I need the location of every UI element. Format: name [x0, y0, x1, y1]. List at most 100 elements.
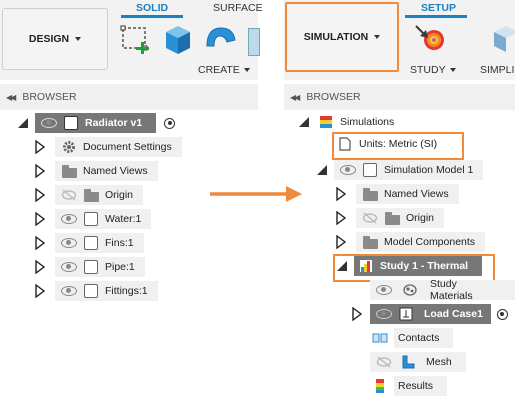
- tree-row-study[interactable]: Study 1 - Thermal: [336, 256, 483, 276]
- contacts-icon: [372, 330, 388, 346]
- eye-icon[interactable]: [376, 306, 392, 322]
- tree-row-named-views[interactable]: Named Views: [35, 161, 158, 181]
- collapsed-triangle-icon[interactable]: [352, 307, 362, 321]
- collapsed-triangle-icon[interactable]: [35, 260, 45, 274]
- tree-row-document-settings[interactable]: Document Settings: [35, 137, 182, 157]
- eye-icon[interactable]: [61, 283, 77, 299]
- tree-row-named-views-sim[interactable]: Named Views: [336, 184, 459, 204]
- document-icon: [337, 136, 353, 152]
- eye-icon[interactable]: [340, 162, 356, 178]
- gear-icon: [61, 139, 77, 155]
- collapsed-triangle-icon[interactable]: [35, 236, 45, 250]
- tree-row-fittings[interactable]: Fittings:1: [35, 281, 158, 301]
- tree-root-simulations[interactable]: Simulations: [298, 112, 394, 132]
- sketch-icon[interactable]: [119, 22, 153, 56]
- tree-row-origin-sim[interactable]: Origin: [336, 208, 445, 228]
- revolve-icon[interactable]: [203, 22, 237, 56]
- tab-setup[interactable]: SETUP: [421, 2, 456, 14]
- simulations-icon: [318, 114, 334, 130]
- row-label: Units: Metric (SI): [359, 138, 438, 150]
- expanded-triangle-icon[interactable]: [316, 164, 328, 176]
- tree-row-study-materials[interactable]: Study Materials: [370, 278, 515, 302]
- eye-icon[interactable]: [61, 259, 77, 275]
- workspace-label: SIMULATION: [303, 31, 369, 43]
- study-menu[interactable]: STUDY: [410, 64, 456, 76]
- tree-row-load-case[interactable]: Load Case1: [352, 304, 508, 324]
- caret-down-icon: [243, 68, 250, 73]
- row-label: Named Views: [83, 165, 148, 177]
- tree-row-simulation-model[interactable]: Simulation Model 1: [316, 160, 484, 180]
- load-case-icon: [398, 306, 414, 322]
- tree-row-mesh[interactable]: Mesh: [370, 352, 466, 372]
- collapsed-triangle-icon[interactable]: [35, 284, 45, 298]
- folder-icon: [362, 234, 378, 250]
- tree-row-contacts[interactable]: Contacts: [370, 328, 454, 348]
- eye-icon[interactable]: [41, 115, 57, 131]
- tree-row-results[interactable]: Results: [370, 376, 448, 396]
- left-browser-header[interactable]: ◀◀ BROWSER: [0, 84, 258, 110]
- collapsed-triangle-icon[interactable]: [336, 187, 346, 201]
- row-label: Study 1 - Thermal: [380, 260, 469, 272]
- collapse-icon[interactable]: ◀◀: [6, 93, 16, 102]
- component-icon: [362, 162, 378, 178]
- eye-icon[interactable]: [61, 235, 77, 251]
- eye-icon[interactable]: [61, 211, 77, 227]
- expanded-triangle-icon[interactable]: [298, 116, 310, 128]
- collapsed-triangle-icon[interactable]: [35, 140, 45, 154]
- tree-root-row[interactable]: Radiator v1: [17, 113, 176, 133]
- design-workspace-button[interactable]: DESIGN: [2, 8, 108, 70]
- expanded-triangle-icon[interactable]: [17, 117, 29, 129]
- component-icon: [83, 235, 99, 251]
- tree-row-origin[interactable]: Origin: [35, 185, 144, 205]
- row-label: Simulations: [340, 116, 395, 128]
- simulation-workspace-button[interactable]: SIMULATION: [285, 2, 399, 72]
- collapsed-triangle-icon[interactable]: [35, 164, 45, 178]
- component-icon: [83, 211, 99, 227]
- tree-row-units[interactable]: Units: Metric (SI): [335, 134, 437, 154]
- row-label: Origin: [105, 189, 134, 201]
- component-icon: [83, 259, 99, 275]
- tab-setup-underline: [405, 15, 467, 18]
- tree-row-fins[interactable]: Fins:1: [35, 233, 144, 253]
- study-icon[interactable]: [412, 22, 448, 58]
- extrude-icon[interactable]: [160, 22, 194, 56]
- collapse-icon[interactable]: ◀◀: [290, 93, 300, 102]
- create-menu[interactable]: CREATE: [198, 64, 250, 76]
- row-label: Results: [398, 380, 434, 392]
- simplify-menu[interactable]: SIMPLIF: [480, 64, 515, 76]
- workspace-label: DESIGN: [28, 33, 70, 45]
- tree-row-pipe[interactable]: Pipe:1: [35, 257, 145, 277]
- materials-icon: [402, 282, 418, 298]
- row-label: Fittings:1: [105, 285, 148, 297]
- row-label: Model Components: [384, 236, 476, 248]
- row-label: Named Views: [384, 188, 449, 200]
- expanded-triangle-icon[interactable]: [336, 260, 348, 272]
- collapsed-triangle-icon[interactable]: [35, 188, 45, 202]
- collapsed-triangle-icon[interactable]: [336, 235, 346, 249]
- right-browser-header[interactable]: ◀◀ BROWSER: [284, 84, 515, 110]
- row-label: Study Materials: [430, 278, 473, 302]
- tab-surface[interactable]: SURFACE: [213, 2, 263, 14]
- eye-hidden-icon[interactable]: [61, 187, 77, 203]
- results-icon: [372, 378, 388, 394]
- tree-row-model-components[interactable]: Model Components: [336, 232, 486, 252]
- eye-hidden-icon[interactable]: [362, 210, 378, 226]
- row-label: Mesh: [426, 356, 452, 368]
- collapsed-triangle-icon[interactable]: [35, 212, 45, 226]
- caret-down-icon: [374, 35, 381, 39]
- eye-hidden-icon[interactable]: [376, 354, 392, 370]
- activate-radio-icon[interactable]: [164, 117, 176, 129]
- browser-label: BROWSER: [306, 91, 361, 103]
- row-label: Water:1: [105, 213, 142, 225]
- collapsed-triangle-icon[interactable]: [336, 211, 346, 225]
- root-label: Radiator v1: [85, 117, 143, 129]
- browser-label: BROWSER: [22, 91, 77, 103]
- tab-solid[interactable]: SOLID: [136, 2, 168, 14]
- create-label: CREATE: [198, 64, 240, 76]
- tree-row-water[interactable]: Water:1: [35, 209, 152, 229]
- caret-down-icon: [449, 68, 456, 73]
- hole-icon[interactable]: [248, 28, 260, 56]
- activate-radio-icon[interactable]: [496, 308, 508, 320]
- simplify-icon[interactable]: [488, 22, 515, 56]
- eye-icon[interactable]: [376, 282, 392, 298]
